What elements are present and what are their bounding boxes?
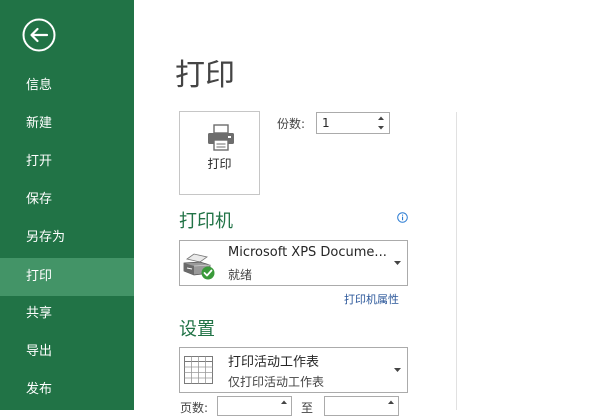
print-button-label: 打印	[207, 157, 232, 171]
chevron-down-icon	[394, 368, 401, 372]
sidebar-item-print[interactable]: 打印	[0, 258, 134, 296]
back-arrow-icon	[22, 18, 56, 52]
settings-heading: 设置	[179, 319, 215, 340]
printer-status: 就绪	[228, 268, 253, 282]
printer-select[interactable]: Microsoft XPS Docume... 就绪	[179, 240, 408, 286]
chevron-down-icon	[394, 261, 401, 265]
worksheet-grid-icon	[184, 356, 213, 384]
printer-properties-link[interactable]: 打印机属性	[344, 291, 399, 307]
print-button[interactable]: 打印	[179, 111, 260, 195]
sidebar-item-save-as[interactable]: 另存为	[0, 219, 134, 257]
page-title: 打印	[175, 58, 235, 93]
backstage-sidebar: 信息 新建 打开 保存 另存为 打印 共享 导出 发布	[0, 0, 134, 410]
sidebar-item-save[interactable]: 保存	[0, 181, 134, 219]
decrement-icon[interactable]	[375, 123, 387, 133]
to-label: 至	[301, 401, 314, 415]
copies-stepper[interactable]: 1	[316, 112, 390, 134]
increment-icon[interactable]	[279, 399, 289, 405]
increment-icon[interactable]	[386, 399, 396, 405]
page-from-input[interactable]	[217, 396, 292, 416]
sidebar-item-info[interactable]: 信息	[0, 67, 134, 105]
page-to-input[interactable]	[324, 396, 399, 416]
sidebar-item-share[interactable]: 共享	[0, 295, 134, 333]
printer-ready-icon	[183, 253, 215, 280]
copies-label: 份数:	[277, 117, 306, 131]
info-icon[interactable]	[397, 212, 408, 223]
sidebar-item-publish[interactable]: 发布	[0, 371, 134, 409]
sidebar-item-new[interactable]: 新建	[0, 105, 134, 143]
print-scope-select[interactable]: 打印活动工作表 仅打印活动工作表	[179, 347, 408, 393]
copies-value[interactable]: 1	[322, 113, 330, 133]
print-scope-title: 打印活动工作表	[228, 355, 320, 370]
sidebar-item-export[interactable]: 导出	[0, 333, 134, 371]
back-button[interactable]	[22, 18, 56, 52]
pages-label: 页数:	[180, 401, 209, 415]
increment-icon[interactable]	[375, 113, 387, 123]
panel-divider	[456, 112, 457, 410]
printer-icon	[208, 124, 234, 151]
printer-heading: 打印机	[179, 211, 233, 232]
print-scope-subtitle: 仅打印活动工作表	[228, 375, 325, 389]
printer-name: Microsoft XPS Docume...	[228, 245, 387, 260]
sidebar-item-open[interactable]: 打开	[0, 143, 134, 181]
